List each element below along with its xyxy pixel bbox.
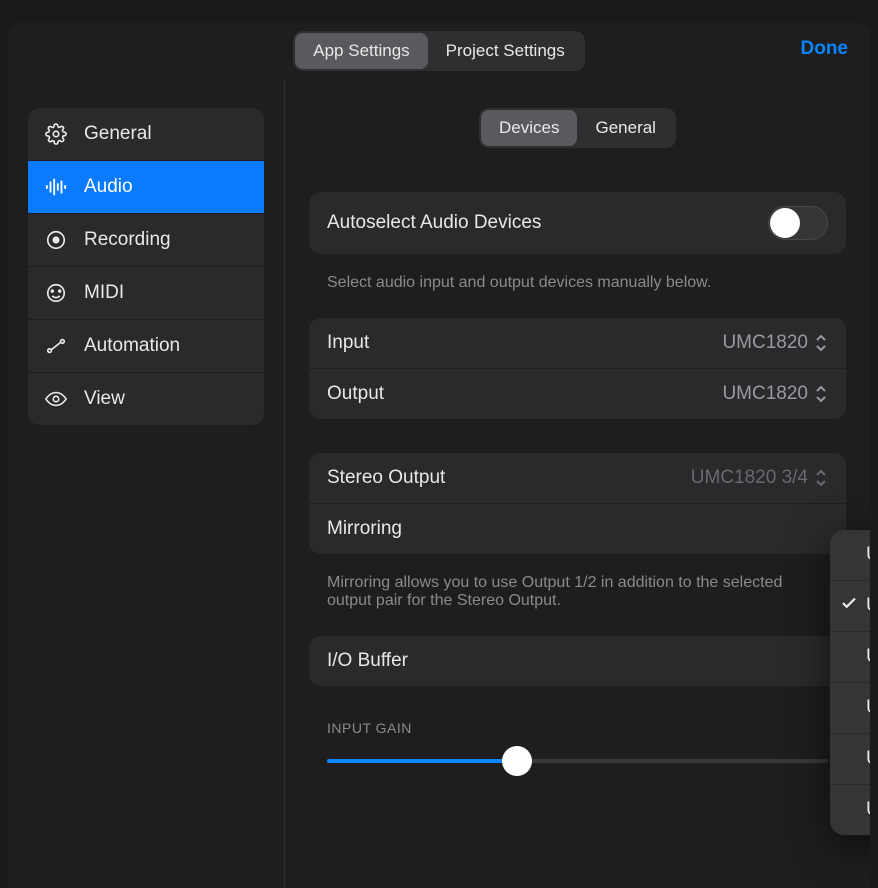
mirroring-label: Mirroring: [327, 518, 402, 540]
io-buffer-label: I/O Buffer: [327, 650, 408, 672]
sidebar-item-recording[interactable]: Recording: [28, 214, 264, 267]
header-tabs: App Settings Project Settings: [293, 31, 584, 71]
output-label: Output: [327, 383, 384, 405]
stereo-output-label: Stereo Output: [327, 467, 445, 489]
section-io-buffer: I/O Buffer: [309, 636, 846, 686]
slider-thumb[interactable]: [502, 746, 532, 776]
section-io-devices: Input UMC1820 Output UMC1820: [309, 318, 846, 419]
settings-modal: App Settings Project Settings Done Gener…: [8, 22, 870, 888]
subtab-general[interactable]: General: [577, 110, 673, 146]
sidebar-item-label: General: [84, 123, 152, 145]
output-value: UMC1820: [722, 383, 808, 405]
automation-icon: [44, 334, 68, 358]
check-icon: [840, 594, 858, 618]
sidebar-item-audio[interactable]: Audio: [28, 161, 264, 214]
dropdown-item-label: UMC1820 3/4: [866, 595, 870, 617]
sidebar-item-automation[interactable]: Automation: [28, 320, 264, 373]
dropdown-item[interactable]: UMC1820 11/12: [830, 785, 870, 835]
tab-app-settings[interactable]: App Settings: [295, 33, 427, 69]
subtab-devices[interactable]: Devices: [481, 110, 577, 146]
stereo-output-dropdown: UMC1820 1/2 UMC1820 3/4 UMC1820 5/6 UMC1…: [830, 530, 870, 835]
input-value: UMC1820: [722, 332, 808, 354]
sidebar-item-label: Audio: [84, 176, 133, 198]
sidebar-item-label: MIDI: [84, 282, 124, 304]
mirroring-row[interactable]: Mirroring: [309, 504, 846, 554]
chevron-updown-icon: [814, 469, 828, 487]
gear-icon: [44, 122, 68, 146]
dropdown-item-label: UMC1820 9/10: [866, 748, 870, 770]
autoselect-label: Autoselect Audio Devices: [327, 212, 541, 234]
section-autoselect: Autoselect Audio Devices: [309, 192, 846, 254]
sidebar-item-label: View: [84, 388, 125, 410]
chevron-updown-icon: [814, 334, 828, 352]
dropdown-item-label: UMC1820 1/2: [866, 544, 870, 566]
dropdown-item[interactable]: UMC1820 1/2: [830, 530, 870, 581]
mirroring-hint: Mirroring allows you to use Output 1/2 i…: [309, 562, 846, 636]
stereo-output-value: UMC1820 3/4: [691, 467, 808, 489]
sidebar-item-general[interactable]: General: [28, 108, 264, 161]
sub-tabs: Devices General: [309, 108, 846, 148]
sidebar-item-label: Automation: [84, 335, 180, 357]
main-panel: Devices General Autoselect Audio Devices…: [285, 80, 870, 888]
input-row[interactable]: Input UMC1820: [309, 318, 846, 369]
stereo-output-row[interactable]: Stereo Output UMC1820 3/4: [309, 453, 846, 504]
sidebar-item-label: Recording: [84, 229, 171, 251]
done-button[interactable]: Done: [801, 38, 849, 60]
input-label: Input: [327, 332, 369, 354]
io-buffer-row[interactable]: I/O Buffer: [309, 636, 846, 686]
chevron-updown-icon: [814, 385, 828, 403]
input-gain-label: INPUT GAIN: [309, 694, 846, 746]
autoselect-toggle[interactable]: [768, 206, 828, 240]
eye-icon: [44, 387, 68, 411]
dropdown-item[interactable]: UMC1820 7/8: [830, 683, 870, 734]
sidebar-item-midi[interactable]: MIDI: [28, 267, 264, 320]
dropdown-item-label: UMC1820 5/6: [866, 646, 870, 668]
section-stereo: Stereo Output UMC1820 3/4 Mirroring: [309, 453, 846, 554]
dropdown-item-label: UMC1820 11/12: [866, 799, 870, 821]
record-icon: [44, 228, 68, 252]
input-gain-slider[interactable]: [327, 746, 828, 776]
dropdown-item-label: UMC1820 7/8: [866, 697, 870, 719]
dropdown-item[interactable]: UMC1820 9/10: [830, 734, 870, 785]
midi-icon: [44, 281, 68, 305]
tab-project-settings[interactable]: Project Settings: [428, 33, 583, 69]
sidebar: General Audio Recording: [8, 80, 285, 888]
sidebar-item-view[interactable]: View: [28, 373, 264, 425]
output-row[interactable]: Output UMC1820: [309, 369, 846, 419]
autoselect-hint: Select audio input and output devices ma…: [309, 262, 846, 318]
modal-header: App Settings Project Settings Done: [8, 22, 870, 80]
dropdown-item[interactable]: UMC1820 5/6: [830, 632, 870, 683]
waveform-icon: [44, 175, 68, 199]
dropdown-item[interactable]: UMC1820 3/4: [830, 581, 870, 632]
